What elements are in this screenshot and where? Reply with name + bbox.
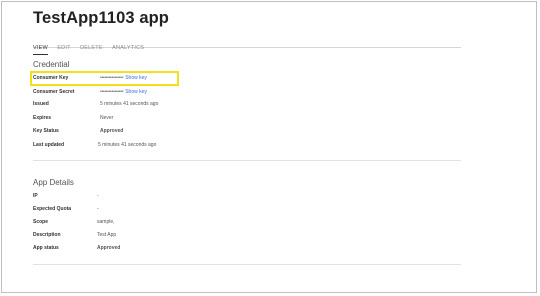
description-value: Test App [97, 232, 117, 238]
section-divider [33, 160, 461, 161]
issued-label: Issued [33, 101, 49, 107]
ip-label: IP [33, 193, 38, 199]
last-updated-label: Last updated [33, 142, 65, 148]
tab-edit[interactable]: EDIT [57, 45, 70, 51]
app-status-badge: Approved [97, 245, 121, 251]
expected-quota-label: Expected Quota [33, 206, 72, 212]
credential-heading: Credential [33, 60, 70, 69]
expires-value: Never [100, 115, 114, 121]
show-consumer-secret-link[interactable]: Show key [125, 89, 147, 95]
consumer-secret-masked: •••••••••••••••• [100, 89, 124, 95]
issued-value: 5 minutes 41 seconds ago [100, 101, 159, 107]
key-status-label: Key Status [33, 128, 59, 134]
description-label: Description [33, 232, 61, 238]
expires-label: Expires [33, 115, 52, 121]
tab-bar: VIEW EDIT DELETE ANALYTICS [33, 36, 461, 55]
app-details-heading: App Details [33, 178, 74, 187]
scope-value: sample, [97, 219, 115, 225]
key-status-badge: Approved [100, 128, 124, 134]
tab-analytics[interactable]: ANALYTICS [112, 45, 144, 51]
page-title: TestApp1103 app [33, 9, 169, 27]
app-status-label: App status [33, 245, 59, 251]
expected-quota-value: - [97, 206, 99, 212]
scope-label: Scope [33, 219, 49, 225]
highlight-box [30, 71, 179, 86]
consumer-secret-label: Consumer Secret [33, 89, 75, 95]
ip-value: - [97, 193, 99, 199]
tab-delete[interactable]: DELETE [80, 45, 103, 51]
bottom-divider [33, 264, 461, 265]
last-updated-value: 5 minutes 41 seconds ago [98, 142, 157, 148]
tab-view[interactable]: VIEW [33, 45, 48, 55]
